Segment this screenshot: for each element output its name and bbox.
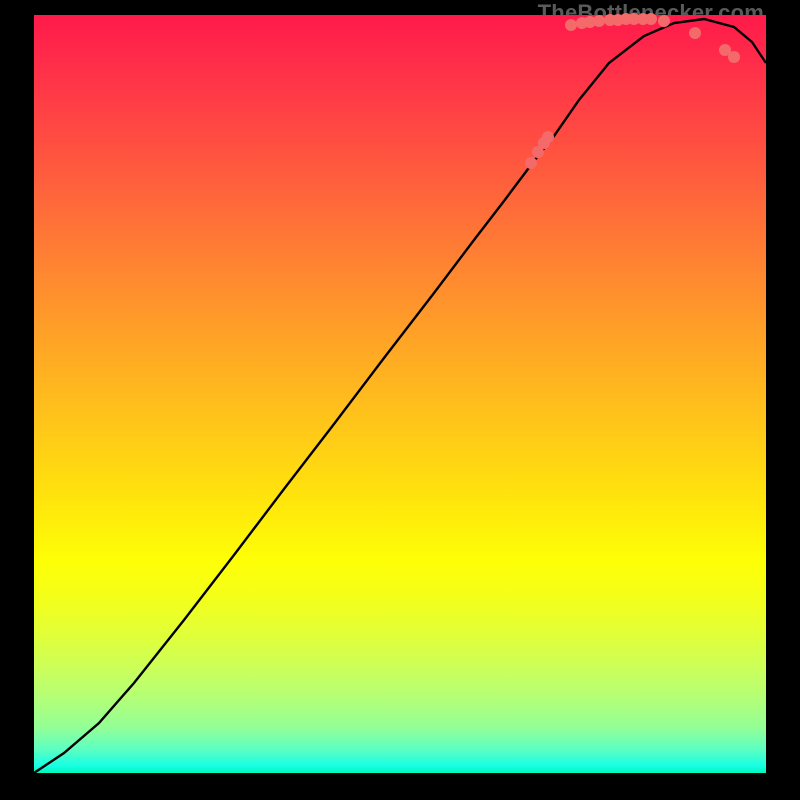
data-marker [728, 51, 740, 63]
data-marker [645, 13, 657, 25]
data-marker [658, 15, 670, 27]
chart-frame: TheBottlenecker.com [0, 0, 800, 800]
data-marker [525, 157, 537, 169]
data-marker [542, 131, 554, 143]
bottleneck-curve [34, 19, 766, 773]
curve-svg [34, 15, 766, 773]
data-marker [689, 27, 701, 39]
plot-area [34, 15, 766, 773]
